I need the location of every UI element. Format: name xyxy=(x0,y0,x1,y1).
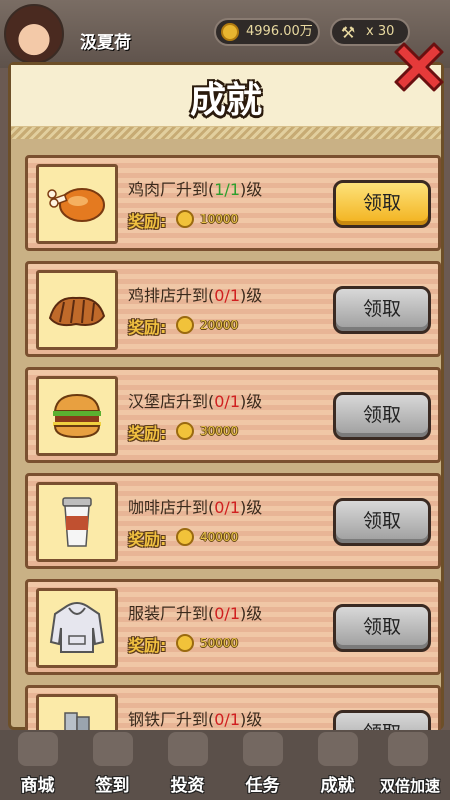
achievement-name: 钢铁厂升到( xyxy=(128,710,215,729)
achievement-list[interactable]: 鸡肉厂升到(1/1)级 奖励: 10000 领取 鸡排店升到(0/1)级 奖励:… xyxy=(25,155,441,787)
panel-header: 成就 xyxy=(11,65,441,129)
achievement-suffix: )级 xyxy=(240,392,263,411)
achievement-suffix: )级 xyxy=(240,286,263,305)
achievement-suffix: )级 xyxy=(240,498,263,517)
shop-icon xyxy=(18,732,58,766)
achievement-name: 咖啡店升到( xyxy=(128,498,215,517)
reward-amount: 30000 xyxy=(200,424,239,438)
reward-label: 奖励: xyxy=(128,212,167,231)
claim-button[interactable]: 领取 xyxy=(333,392,431,440)
nav-label: 签到 xyxy=(95,776,130,796)
reward-label: 奖励: xyxy=(128,530,167,549)
achievement-card: 汉堡店升到(0/1)级 奖励: 30000 领取 xyxy=(25,367,441,463)
coffee-cup-icon xyxy=(36,482,118,562)
panel-title: 成就 xyxy=(189,80,262,121)
achievement-progress: 0/1 xyxy=(214,392,240,411)
claim-button[interactable]: 领取 xyxy=(333,498,431,546)
coin-icon xyxy=(176,528,194,546)
achievement-name: 汉堡店升到( xyxy=(128,392,215,411)
nav-label: 任务 xyxy=(245,776,280,796)
nav-label: 商城 xyxy=(20,776,55,796)
achievement-card: 鸡排店升到(0/1)级 奖励: 20000 领取 xyxy=(25,261,441,357)
achievement-progress: 0/1 xyxy=(214,286,240,305)
hamburger-icon xyxy=(36,376,118,456)
nav-invest[interactable]: 投资 xyxy=(150,730,225,800)
achievement-title: 鸡排店升到(0/1)级 xyxy=(128,282,262,306)
achievement-suffix: )级 xyxy=(240,710,263,729)
task-icon xyxy=(243,732,283,766)
speed-icon xyxy=(388,732,428,766)
nav-label: 双倍加速 xyxy=(379,777,440,795)
achievement-title: 咖啡店升到(0/1)级 xyxy=(128,494,262,518)
boost-counter-value: x 30 xyxy=(366,24,395,39)
reward-amount: 40000 xyxy=(200,530,239,544)
achievement-card: 服装厂升到(0/1)级 奖励: 50000 领取 xyxy=(25,579,441,675)
calendar-icon xyxy=(93,732,133,766)
achievement-progress: 0/1 xyxy=(214,498,240,517)
reward-label: 奖励: xyxy=(128,636,167,655)
coin-icon xyxy=(176,422,194,440)
nav-shop[interactable]: 商城 xyxy=(0,730,75,800)
nav-label: 成就 xyxy=(320,776,355,796)
achievement-card: 咖啡店升到(0/1)级 奖励: 40000 领取 xyxy=(25,473,441,569)
coin-icon xyxy=(176,316,194,334)
achievement-name: 鸡排店升到( xyxy=(128,286,215,305)
coin-icon xyxy=(176,210,194,228)
achievement-title: 鸡肉厂升到(1/1)级 xyxy=(128,176,262,200)
achievement-suffix: )级 xyxy=(240,180,263,199)
money-bag-icon xyxy=(168,732,208,766)
chicken-cutlet-icon xyxy=(36,270,118,350)
achievement-card: 鸡肉厂升到(1/1)级 奖励: 10000 领取 xyxy=(25,155,441,251)
chicken-drumstick-icon xyxy=(36,164,118,244)
bottom-nav: 商城 签到 投资 任务 成就 双倍加速 xyxy=(0,730,450,800)
avatar[interactable] xyxy=(4,4,64,64)
coin-balance: 4996.00万 xyxy=(214,18,320,46)
top-bar: 汲夏荷 4996.00万 ⚒ x 30 xyxy=(0,0,450,68)
nav-tasks[interactable]: 任务 xyxy=(225,730,300,800)
achievement-suffix: )级 xyxy=(240,604,263,623)
reward-amount: 50000 xyxy=(200,636,239,650)
nav-label: 投资 xyxy=(170,776,205,796)
coin-icon xyxy=(176,634,194,652)
achievement-progress: 1/1 xyxy=(214,180,240,199)
trophy-icon xyxy=(318,732,358,766)
reward-amount: 10000 xyxy=(200,212,239,226)
achievement-name: 服装厂升到( xyxy=(128,604,215,623)
claim-button[interactable]: 领取 xyxy=(333,604,431,652)
header-divider xyxy=(11,127,441,139)
coin-icon xyxy=(221,23,239,41)
reward-amount: 20000 xyxy=(200,318,239,332)
nav-achievements[interactable]: 成就 xyxy=(300,730,375,800)
achievement-name: 鸡肉厂升到( xyxy=(128,180,215,199)
hoodie-icon xyxy=(36,588,118,668)
achievement-title: 汉堡店升到(0/1)级 xyxy=(128,388,262,412)
boost-icon: ⚒ xyxy=(340,23,356,42)
player-name: 汲夏荷 xyxy=(80,33,131,53)
close-icon[interactable] xyxy=(392,40,446,94)
achievement-title: 钢铁厂升到(0/1)级 xyxy=(128,706,262,730)
nav-double-speed[interactable]: 双倍加速 xyxy=(370,730,450,800)
coin-balance-value: 4996.00万 xyxy=(246,24,313,39)
achievement-progress: 0/1 xyxy=(214,604,240,623)
achievements-panel: 成就 鸡肉厂升到(1/1)级 奖励: 10000 领取 鸡排店升到(0/1)级 … xyxy=(8,62,444,781)
nav-checkin[interactable]: 签到 xyxy=(75,730,150,800)
claim-button[interactable]: 领取 xyxy=(333,180,431,228)
reward-label: 奖励: xyxy=(128,318,167,337)
reward-label: 奖励: xyxy=(128,424,167,443)
achievement-title: 服装厂升到(0/1)级 xyxy=(128,600,262,624)
achievement-progress: 0/1 xyxy=(214,710,240,729)
claim-button[interactable]: 领取 xyxy=(333,286,431,334)
